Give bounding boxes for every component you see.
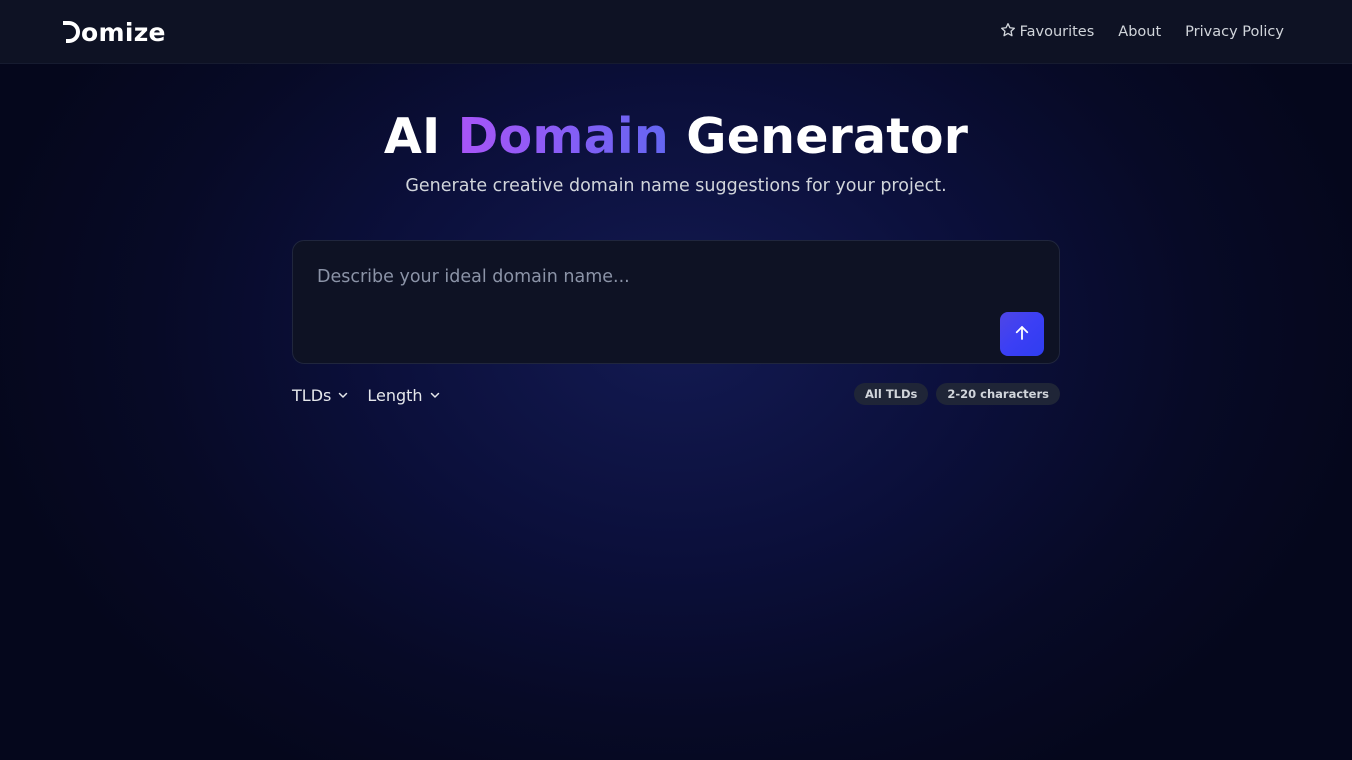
tld-filter-badge: All TLDs (854, 383, 929, 405)
nav-about-link[interactable]: About (1118, 24, 1161, 40)
logo[interactable]: omize (63, 15, 166, 49)
length-dropdown[interactable]: Length (367, 386, 440, 405)
tlds-dropdown[interactable]: TLDs (292, 386, 349, 405)
generate-submit-button[interactable] (1000, 312, 1044, 356)
top-navbar: omize Favourites About Privacy Policy (0, 0, 1352, 64)
nav-favourites-link[interactable]: Favourites (1000, 22, 1095, 42)
length-dropdown-label: Length (367, 385, 423, 405)
active-filter-badges: All TLDs 2-20 characters (854, 383, 1060, 405)
title-prefix: AI (383, 108, 458, 165)
nav-favourites-label: Favourites (1019, 24, 1095, 40)
chevron-down-icon (337, 386, 349, 405)
arrow-up-icon (1013, 324, 1031, 345)
page-title: AI Domain Generator (0, 108, 1352, 166)
page-subtitle: Generate creative domain name suggestion… (405, 176, 947, 196)
length-filter-badge: 2-20 characters (936, 383, 1060, 405)
title-suffix: Generator (669, 108, 969, 165)
prompt-container (292, 240, 1060, 364)
nav-privacy-policy-link[interactable]: Privacy Policy (1185, 24, 1284, 40)
star-icon (1000, 22, 1016, 42)
nav-privacy-label: Privacy Policy (1185, 24, 1284, 40)
logo-text: omize (81, 17, 166, 47)
domain-description-input[interactable] (317, 263, 977, 291)
main-nav: Favourites About Privacy Policy (1000, 20, 1284, 44)
nav-about-label: About (1118, 24, 1162, 40)
chevron-down-icon (429, 386, 441, 405)
tlds-dropdown-label: TLDs (292, 385, 332, 405)
logo-mark-icon (63, 21, 80, 43)
filter-bar: TLDs Length (292, 383, 441, 407)
title-highlight: Domain (457, 108, 670, 165)
